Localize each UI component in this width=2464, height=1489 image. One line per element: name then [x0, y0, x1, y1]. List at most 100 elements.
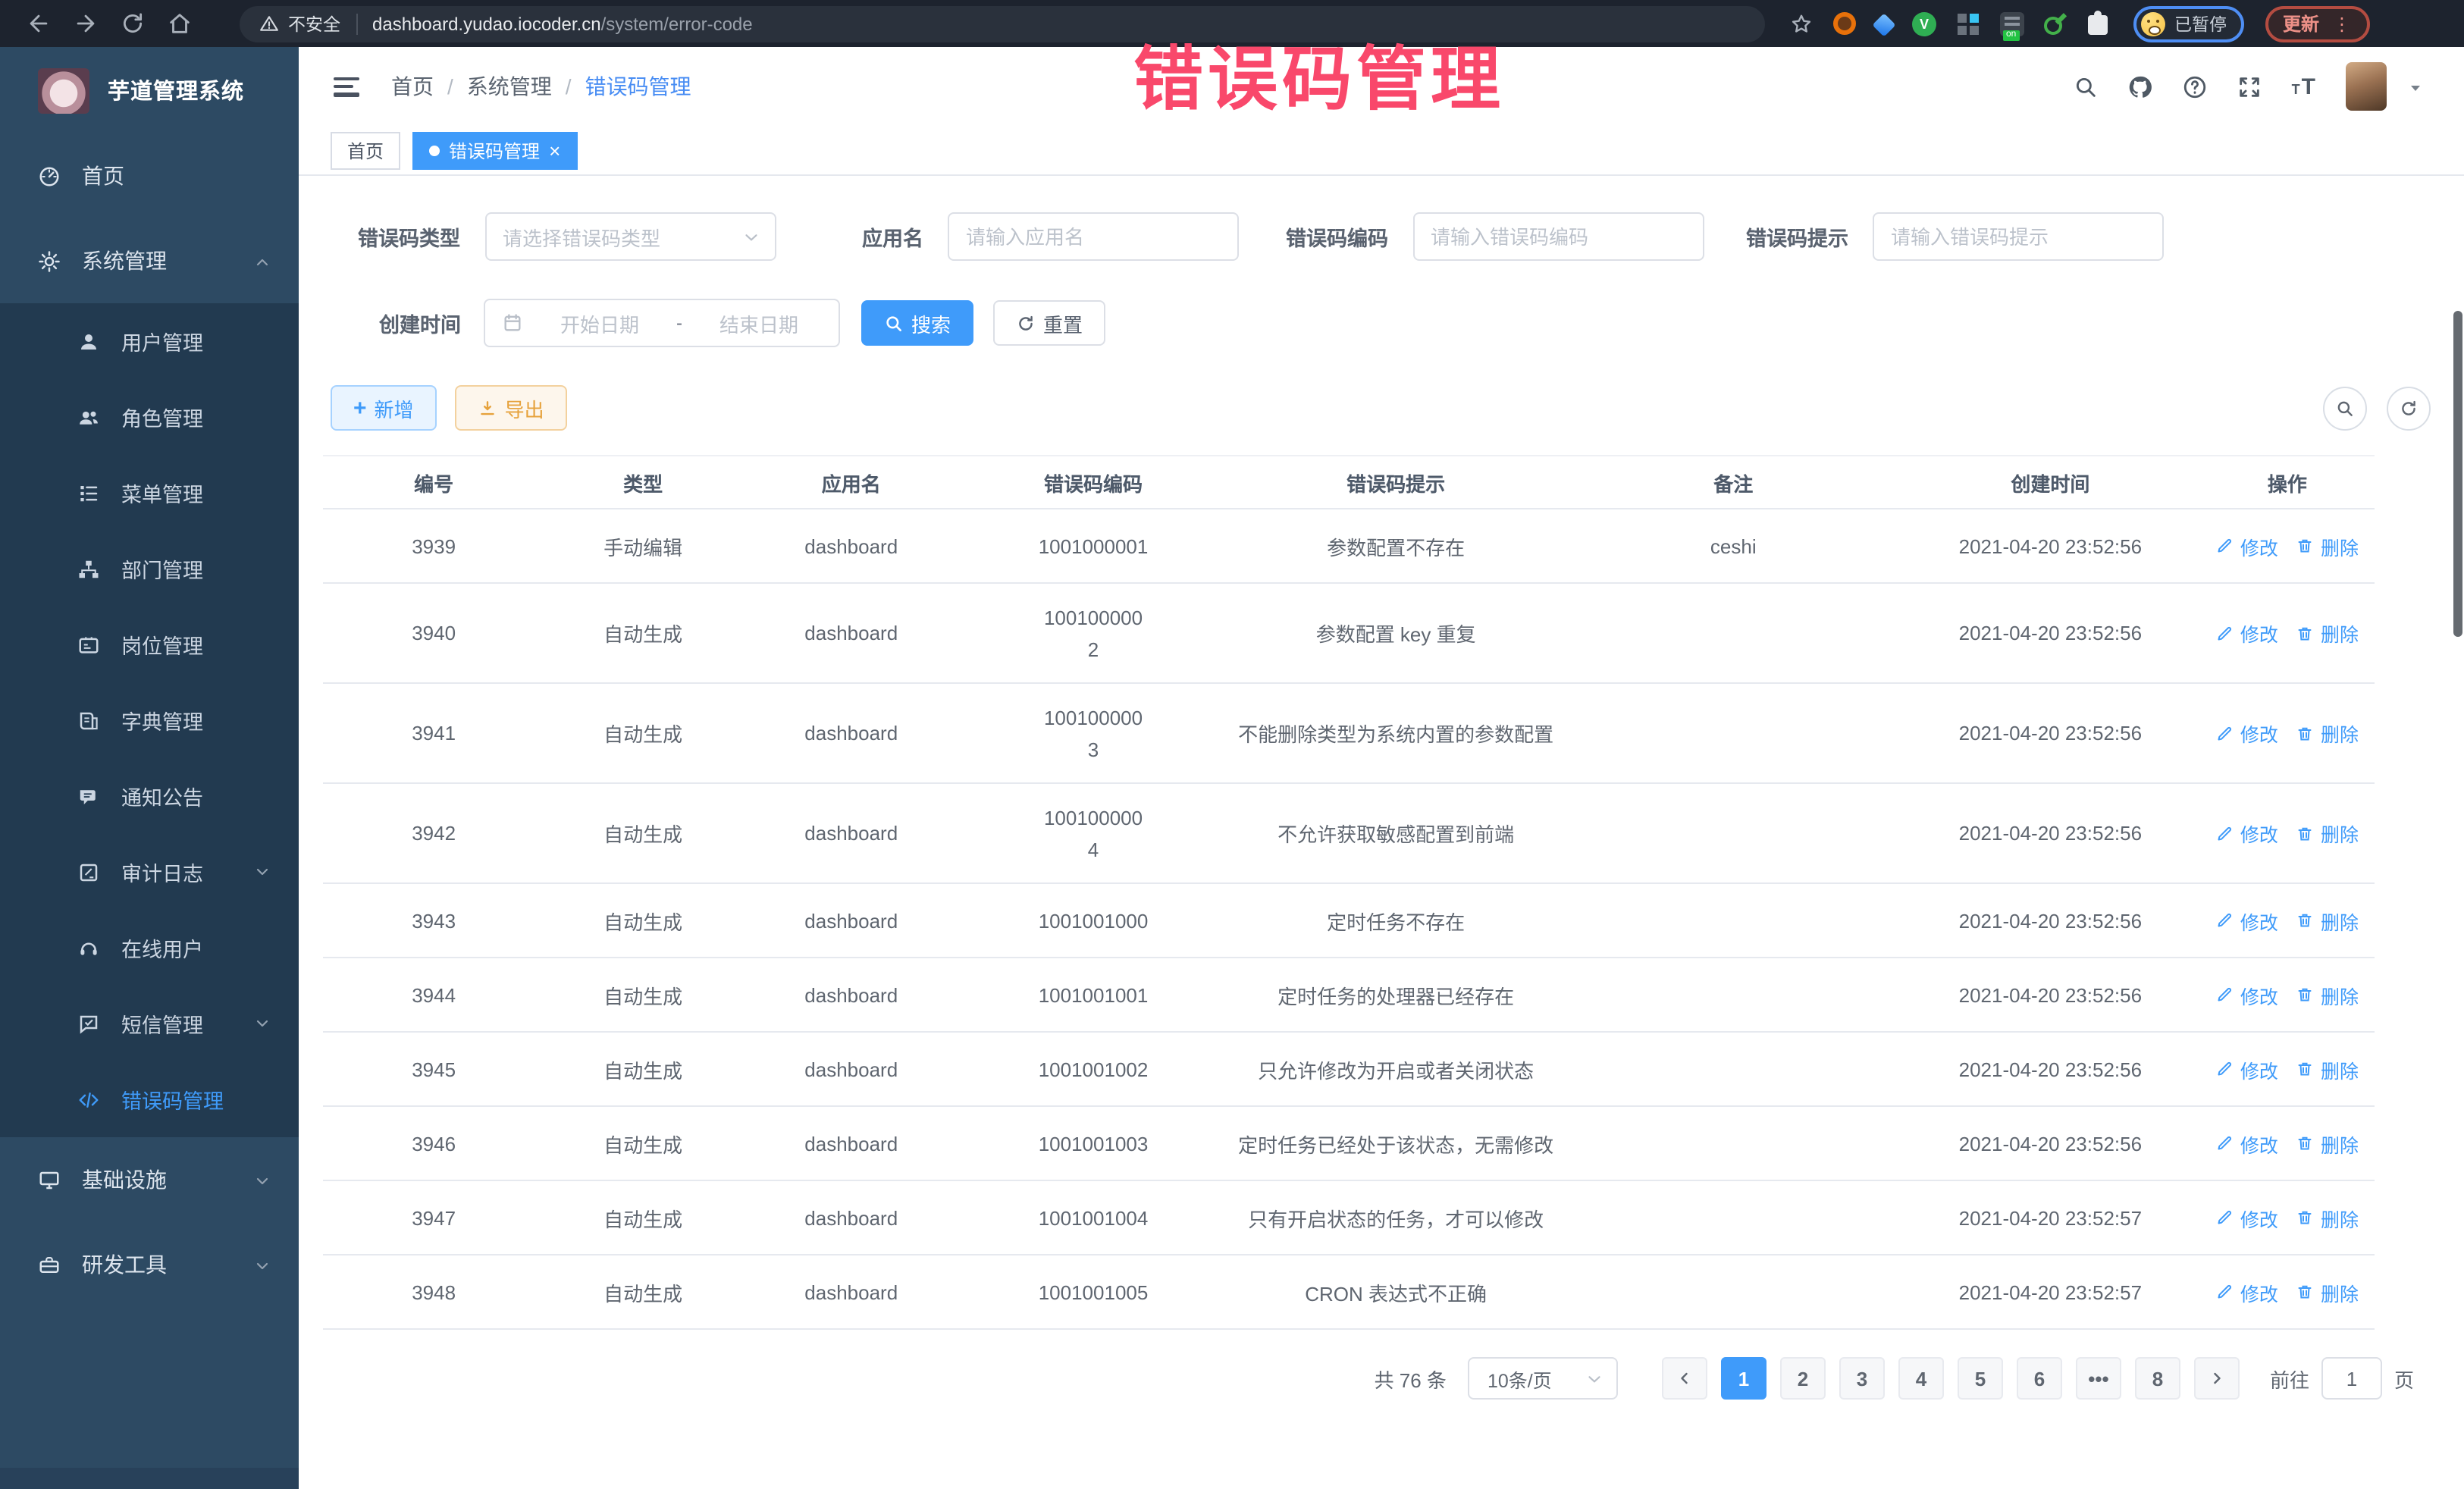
- edit-link[interactable]: 修改: [2216, 1203, 2278, 1232]
- delete-link[interactable]: 删除: [2296, 619, 2359, 647]
- close-tab-icon[interactable]: ×: [549, 140, 560, 160]
- breadcrumb-item[interactable]: 错误码管理: [585, 71, 691, 102]
- delete-link[interactable]: 删除: [2296, 531, 2359, 560]
- user-avatar[interactable]: [2346, 62, 2387, 111]
- tab-错误码管理[interactable]: 错误码管理 ×: [412, 131, 577, 169]
- page-button-8[interactable]: 8: [2135, 1357, 2180, 1400]
- browser-menu-kebab-icon[interactable]: ⋮: [2333, 14, 2351, 33]
- avatar-caret-down-icon[interactable]: [2406, 77, 2425, 96]
- url-path[interactable]: /system/error-code: [601, 13, 753, 34]
- sidebar-item-通知公告[interactable]: 通知公告: [0, 758, 299, 834]
- browser-update-button[interactable]: 更新 ⋮: [2265, 5, 2369, 42]
- help-icon[interactable]: [2183, 74, 2209, 99]
- delete-link[interactable]: 删除: [2296, 1055, 2359, 1083]
- table-body: 3939 手动编辑 dashboard 1001000001 参数配置不存在 c…: [323, 509, 2375, 1329]
- extension-gem-icon[interactable]: [1872, 13, 1895, 36]
- sidebar-item-部门管理[interactable]: 部门管理: [0, 531, 299, 607]
- delete-link[interactable]: 删除: [2296, 906, 2359, 935]
- sidebar-item-系统管理[interactable]: 系统管理: [0, 218, 299, 303]
- url-host[interactable]: dashboard.yudao.iocoder.cn: [372, 13, 601, 34]
- error-type-select[interactable]: 请选择错误码类型: [484, 212, 776, 261]
- browser-profile-chip[interactable]: 已暂停: [2133, 5, 2243, 42]
- goto-page-input[interactable]: [2321, 1357, 2382, 1400]
- breadcrumb-item[interactable]: 系统管理: [467, 71, 552, 102]
- page-button-6[interactable]: 6: [2017, 1357, 2062, 1400]
- breadcrumb-item[interactable]: 首页: [391, 71, 434, 102]
- edit-link[interactable]: 修改: [2216, 906, 2278, 935]
- date-range-picker[interactable]: 开始日期 - 结束日期: [484, 299, 840, 347]
- github-icon[interactable]: [2128, 74, 2154, 99]
- delete-link[interactable]: 删除: [2296, 1129, 2359, 1158]
- edit-link[interactable]: 修改: [2216, 819, 2278, 848]
- page-button-2[interactable]: 2: [1780, 1357, 1826, 1400]
- prev-page-button[interactable]: [1662, 1357, 1707, 1400]
- extensions-puzzle-icon[interactable]: [2088, 15, 2108, 35]
- sidebar-item-基础设施[interactable]: 基础设施: [0, 1137, 299, 1222]
- sidebar-item-在线用户[interactable]: 在线用户: [0, 910, 299, 986]
- sidebar-item-短信管理[interactable]: 短信管理: [0, 986, 299, 1061]
- fullscreen-icon[interactable]: [2237, 74, 2263, 99]
- app-name-input[interactable]: [948, 212, 1239, 261]
- delete-link[interactable]: 删除: [2296, 819, 2359, 848]
- show-search-toggle-button[interactable]: [2323, 386, 2367, 430]
- sidebar-item-岗位管理[interactable]: 岗位管理: [0, 607, 299, 682]
- edit-link[interactable]: 修改: [2216, 619, 2278, 647]
- browser-back-icon[interactable]: [26, 11, 52, 36]
- breadcrumb: 首页/系统管理/错误码管理: [391, 71, 691, 102]
- edit-link[interactable]: 修改: [2216, 1129, 2278, 1158]
- sidebar-item-用户管理[interactable]: 用户管理: [0, 303, 299, 379]
- sidebar-item-研发工具[interactable]: 研发工具: [0, 1222, 299, 1307]
- delete-link[interactable]: 删除: [2296, 1203, 2359, 1232]
- search-icon[interactable]: [2074, 74, 2099, 99]
- edit-link[interactable]: 修改: [2216, 1055, 2278, 1083]
- bookmark-star-icon[interactable]: [1789, 11, 1814, 36]
- scrollbar-thumb[interactable]: [2453, 311, 2462, 637]
- page-button-4[interactable]: 4: [1898, 1357, 1944, 1400]
- page-button-3[interactable]: 3: [1839, 1357, 1885, 1400]
- app-logo-row[interactable]: 芋道管理系统: [0, 47, 299, 133]
- delete-link[interactable]: 删除: [2296, 980, 2359, 1009]
- chevron-down-icon: [253, 1171, 271, 1189]
- error-code-input[interactable]: [1412, 212, 1704, 261]
- sidebar-item-错误码管理[interactable]: 错误码管理: [0, 1061, 299, 1137]
- next-page-button[interactable]: [2194, 1357, 2240, 1400]
- extension-grid-icon[interactable]: [1956, 11, 1980, 36]
- delete-link[interactable]: 删除: [2296, 1277, 2359, 1306]
- edit-link[interactable]: 修改: [2216, 1277, 2278, 1306]
- export-button[interactable]: 导出: [455, 385, 567, 431]
- edit-link[interactable]: 修改: [2216, 531, 2278, 560]
- edit-link[interactable]: 修改: [2216, 719, 2278, 748]
- page-button-5[interactable]: 5: [1958, 1357, 2003, 1400]
- extension-on-badge-icon[interactable]: [2000, 11, 2024, 36]
- refresh-table-button[interactable]: [2387, 386, 2431, 430]
- error-hint-input[interactable]: [1873, 212, 2164, 261]
- browser-forward-icon[interactable]: [73, 11, 99, 36]
- extension-green-icon[interactable]: V: [1912, 11, 1936, 36]
- cell-created-time: 2021-04-20 23:52:56: [1901, 509, 2200, 583]
- tab-首页[interactable]: 首页: [331, 131, 400, 169]
- org-tree-icon: [77, 557, 100, 580]
- add-button[interactable]: + 新增: [331, 385, 437, 431]
- browser-home-icon[interactable]: [167, 11, 193, 36]
- more-pages-button[interactable]: •••: [2076, 1357, 2121, 1400]
- extension-orange-icon[interactable]: [1833, 12, 1856, 35]
- page-size-select[interactable]: 10条/页: [1468, 1357, 1618, 1400]
- address-bar[interactable]: 不安全 dashboard.yudao.iocoder.cn/system/er…: [240, 5, 1765, 42]
- reset-button[interactable]: 重置: [993, 300, 1105, 346]
- collapse-sidebar-icon[interactable]: [334, 77, 359, 96]
- column-header: 备注: [1566, 456, 1901, 509]
- delete-link[interactable]: 删除: [2296, 719, 2359, 748]
- sidebar-item-字典管理[interactable]: 字典管理: [0, 682, 299, 758]
- sidebar-item-角色管理[interactable]: 角色管理: [0, 379, 299, 455]
- edit-link[interactable]: 修改: [2216, 980, 2278, 1009]
- browser-reload-icon[interactable]: [120, 11, 146, 36]
- chevron-down-icon: [253, 1255, 271, 1274]
- search-button[interactable]: 搜索: [861, 300, 973, 346]
- extension-key-icon[interactable]: [2044, 11, 2068, 36]
- font-size-icon[interactable]: TT: [2292, 75, 2317, 98]
- sidebar-item-菜单管理[interactable]: 菜单管理: [0, 455, 299, 531]
- page-button-1[interactable]: 1: [1721, 1357, 1766, 1400]
- not-secure-label[interactable]: 不安全: [288, 11, 340, 36]
- sidebar-item-审计日志[interactable]: 审计日志: [0, 834, 299, 910]
- sidebar-item-首页[interactable]: 首页: [0, 133, 299, 218]
